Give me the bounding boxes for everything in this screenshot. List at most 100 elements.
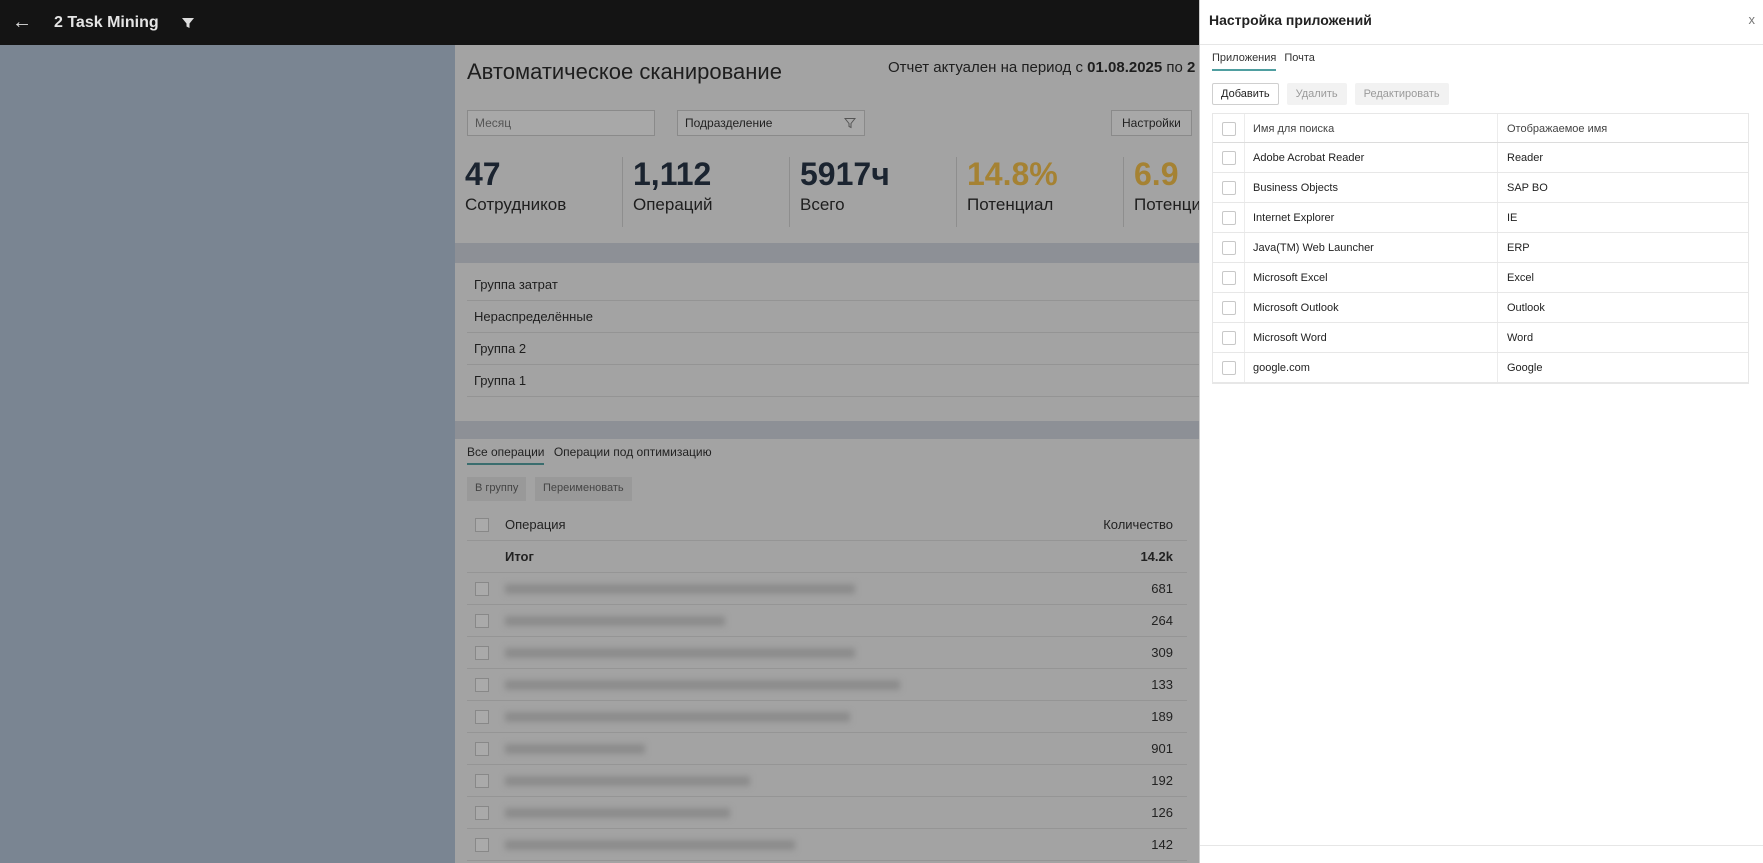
row-checkbox[interactable]: [475, 838, 489, 852]
app-settings-panel: Настройка приложений x Приложения Почта …: [1199, 0, 1763, 863]
select-all-checkbox[interactable]: [475, 518, 489, 532]
rename-button[interactable]: Переименовать: [535, 477, 632, 501]
operations-header-row: Операция Количество: [467, 509, 1187, 541]
row-quantity: 192: [1151, 773, 1173, 788]
filter-icon[interactable]: [181, 16, 195, 30]
search-name-cell: Microsoft Outlook: [1253, 302, 1339, 314]
kpi-total: 5917ч Всего: [789, 157, 890, 227]
row-checkbox[interactable]: [475, 582, 489, 596]
table-row[interactable]: 126: [467, 797, 1187, 829]
total-value: 14.2k: [1140, 549, 1173, 564]
arrow-left-icon[interactable]: ←: [12, 11, 36, 34]
row-quantity: 142: [1151, 837, 1173, 852]
row-checkbox[interactable]: [1222, 271, 1236, 285]
table-row[interactable]: Internet Explorer IE: [1213, 203, 1748, 233]
row-checkbox[interactable]: [1222, 151, 1236, 165]
add-button[interactable]: Добавить: [1212, 83, 1279, 105]
kpi-label: Потенци: [1134, 195, 1201, 214]
table-row[interactable]: Business Objects SAP BO: [1213, 173, 1748, 203]
groups-header: Группа затрат: [467, 269, 1207, 301]
display-name-cell: IE: [1507, 212, 1518, 224]
panel-toolbar: Добавить Удалить Редактировать: [1212, 83, 1449, 105]
tab-mail[interactable]: Почта: [1284, 52, 1315, 71]
row-checkbox[interactable]: [475, 678, 489, 692]
row-checkbox[interactable]: [1222, 241, 1236, 255]
display-name-cell: Outlook: [1507, 302, 1545, 314]
column-quantity: Количество: [1103, 517, 1173, 532]
group-row[interactable]: Нераспределённые: [467, 301, 1207, 333]
table-row[interactable]: Adobe Acrobat Reader Reader: [1213, 143, 1748, 173]
display-name-cell: Google: [1507, 362, 1543, 374]
table-row[interactable]: Java(TM) Web Launcher ERP: [1213, 233, 1748, 263]
search-name-cell: google.com: [1253, 362, 1310, 374]
table-row[interactable]: 901: [467, 733, 1187, 765]
kpi-value: 5917ч: [800, 156, 890, 192]
table-row[interactable]: 264: [467, 605, 1187, 637]
blurred-text: [505, 840, 795, 850]
table-row[interactable]: 309: [467, 637, 1187, 669]
settings-button[interactable]: Настройки: [1111, 110, 1192, 136]
to-group-button[interactable]: В группу: [467, 477, 527, 501]
panel-tabs: Приложения Почта: [1212, 52, 1315, 71]
row-checkbox[interactable]: [1222, 181, 1236, 195]
kpi-value: 6.9: [1134, 156, 1179, 192]
table-row[interactable]: Microsoft Excel Excel: [1213, 263, 1748, 293]
select-all-checkbox[interactable]: [1222, 122, 1236, 136]
total-row: Итог 14.2k: [467, 541, 1187, 573]
display-name-cell: Word: [1507, 332, 1534, 344]
table-row[interactable]: Microsoft Word Word: [1213, 323, 1748, 353]
blurred-text: [505, 616, 725, 626]
table-row[interactable]: 189: [467, 701, 1187, 733]
row-checkbox[interactable]: [475, 774, 489, 788]
table-row[interactable]: 133: [467, 669, 1187, 701]
total-label: Итог: [505, 549, 534, 564]
delete-button[interactable]: Удалить: [1286, 83, 1347, 105]
tab-operations-optimization[interactable]: Операции под оптимизацию: [554, 445, 712, 459]
row-checkbox[interactable]: [475, 806, 489, 820]
blurred-text: [505, 680, 900, 690]
report-period: Отчет актуален на период с 01.08.2025 по…: [888, 59, 1196, 76]
close-icon[interactable]: x: [1749, 12, 1756, 27]
group-row[interactable]: Группа 1: [467, 365, 1207, 397]
kpi-label: Всего: [800, 195, 845, 214]
page-title: Автоматическое сканирование: [467, 59, 782, 84]
applications-table: Имя для поиска Отображаемое имя Adobe Ac…: [1212, 113, 1749, 384]
row-checkbox[interactable]: [1222, 331, 1236, 345]
row-checkbox[interactable]: [1222, 211, 1236, 225]
row-quantity: 126: [1151, 805, 1173, 820]
edit-button[interactable]: Редактировать: [1354, 83, 1449, 105]
tab-applications[interactable]: Приложения: [1212, 52, 1277, 71]
table-header-row: Имя для поиска Отображаемое имя: [1213, 114, 1748, 143]
department-select[interactable]: Подразделение: [677, 110, 865, 136]
filter-icon: [844, 118, 856, 129]
row-quantity: 309: [1151, 645, 1173, 660]
search-name-cell: Business Objects: [1253, 182, 1338, 194]
table-row[interactable]: 142: [467, 829, 1187, 861]
kpi-label: Потенциал: [967, 195, 1054, 214]
blurred-text: [505, 584, 855, 594]
row-checkbox[interactable]: [1222, 361, 1236, 375]
display-name-cell: Excel: [1507, 272, 1534, 284]
kpi-label: Операций: [633, 195, 713, 214]
table-row[interactable]: 681: [467, 573, 1187, 605]
row-checkbox[interactable]: [475, 614, 489, 628]
row-checkbox[interactable]: [475, 710, 489, 724]
search-name-cell: Internet Explorer: [1253, 212, 1335, 224]
display-name-cell: SAP BO: [1507, 182, 1548, 194]
table-row[interactable]: google.com Google: [1213, 353, 1748, 383]
row-quantity: 681: [1151, 581, 1173, 596]
operations-tabs: Все операции Операции под оптимизацию: [467, 445, 718, 465]
kpi-value: 1,112: [633, 156, 712, 192]
month-input[interactable]: Месяц: [467, 110, 655, 136]
row-quantity: 189: [1151, 709, 1173, 724]
group-row[interactable]: Группа 2: [467, 333, 1207, 365]
tab-all-operations[interactable]: Все операции: [467, 445, 545, 465]
row-checkbox[interactable]: [475, 646, 489, 660]
table-row[interactable]: Microsoft Outlook Outlook: [1213, 293, 1748, 323]
row-checkbox[interactable]: [1222, 301, 1236, 315]
row-checkbox[interactable]: [475, 742, 489, 756]
blurred-text: [505, 776, 750, 786]
kpi-potential: 14.8% Потенциал: [956, 157, 1058, 227]
table-row[interactable]: 192: [467, 765, 1187, 797]
search-name-cell: Microsoft Word: [1253, 332, 1327, 344]
